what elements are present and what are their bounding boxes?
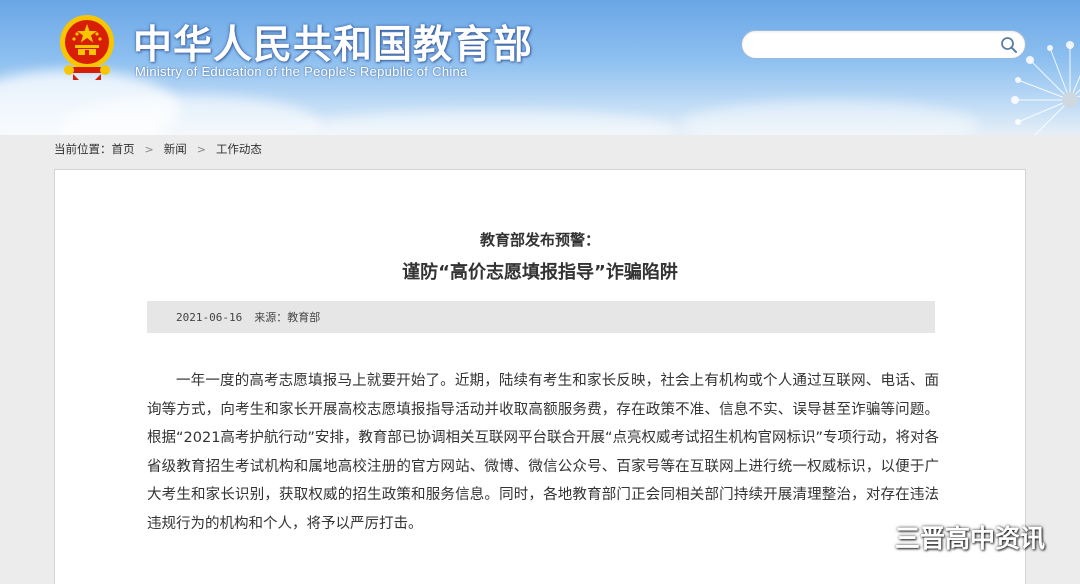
article-source: 来源：教育部 (254, 311, 321, 324)
breadcrumb-work-news-link[interactable]: 工作动态 (216, 141, 262, 157)
watermark: 三晋高中资讯 (851, 518, 1045, 556)
national-emblem-icon (60, 15, 114, 80)
search-input[interactable] (754, 34, 994, 56)
article-meta-bar: 2021-06-16 来源：教育部 (147, 301, 935, 333)
article-body: 一年一度的高考志愿填报马上就要开始了。近期，陆续有考生和家长反映，社会上有机构或… (147, 373, 939, 532)
article-pre-title: 教育部发布预警： (479, 231, 600, 249)
breadcrumb-prefix: 当前位置： (54, 142, 112, 156)
site-header: 中华人民共和国教育部 Ministry of Education of the … (0, 0, 1080, 135)
breadcrumb-news-link[interactable]: 新闻 (164, 141, 187, 157)
breadcrumb-separator: > (144, 142, 154, 156)
search-box (741, 30, 1026, 59)
breadcrumb-separator: > (196, 142, 206, 156)
site-subtitle: Ministry of Education of the People's Re… (135, 64, 468, 79)
article-title: 谨防“高价志愿填报指导”诈骗陷阱 (402, 262, 678, 283)
wechat-icon (852, 524, 884, 550)
cloud-decoration (300, 110, 680, 135)
search-icon[interactable] (999, 35, 1019, 55)
watermark-text: 三晋高中资讯 (895, 524, 1046, 553)
cloud-decoration (680, 100, 980, 135)
breadcrumb: 当前位置： 首页 > 新闻 > 工作动态 (54, 140, 262, 158)
breadcrumb-home-link[interactable]: 首页 (112, 141, 135, 157)
article-date: 2021-06-16 (176, 310, 243, 324)
site-title: 中华人民共和国教育部 (133, 23, 534, 68)
